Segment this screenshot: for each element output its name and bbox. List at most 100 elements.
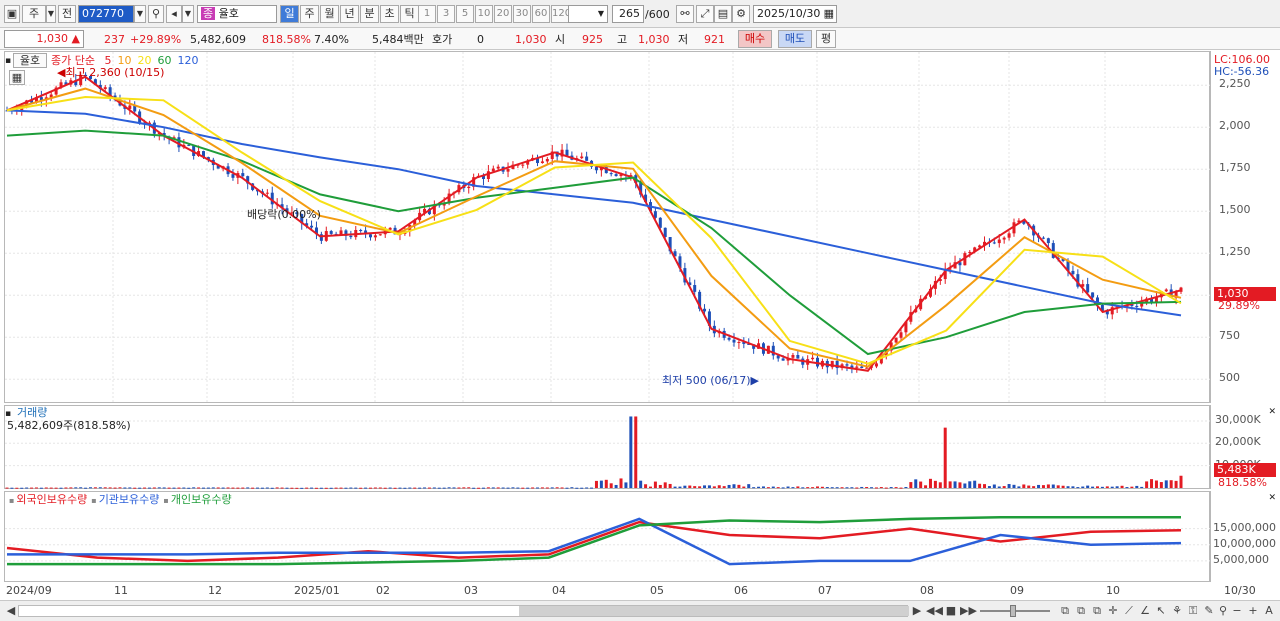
arrow-tool-icon[interactable]: ↖ [1154,604,1168,618]
prev-button[interactable]: 전 [58,5,76,23]
volume-bar [423,487,427,489]
scroll-right-icon[interactable]: ▶ [910,604,924,618]
interval-button[interactable]: 주 [300,5,319,23]
compare-icon[interactable]: ⧉ [1090,604,1104,618]
volume-bar [948,481,952,488]
volume-bar [1164,480,1168,488]
volume-bar [457,487,461,489]
scroll-left-icon[interactable]: ◀ [4,604,18,618]
speaker-icon[interactable]: ◂ [166,5,182,23]
volume-bar [683,485,687,488]
window-icon[interactable]: ▣ [4,5,20,23]
price-tab[interactable]: 율호 [13,53,47,68]
sell-button[interactable]: 매도 [778,30,812,48]
volume-bar [143,487,147,489]
code-dropdown-icon[interactable]: ▼ [134,5,146,23]
volume-close-icon[interactable]: ✕ [1268,405,1276,419]
code-input[interactable]: 072770 [78,5,134,23]
volume-bar [668,483,672,488]
speaker-dropdown-icon[interactable]: ▼ [182,5,194,23]
volume-value-text: 5,482,609주(818.58%) [7,419,131,432]
save-icon[interactable]: ▤ [714,5,732,23]
low-value: 921 [704,33,725,46]
high-annotation-text: 최고 2,360 (10/15) [65,66,165,79]
volume-chart-canvas[interactable] [5,406,1211,490]
count-input[interactable]: 265 [612,5,644,23]
volume-bar [1145,481,1149,488]
price-field: 1,030 ▲ [4,30,84,48]
fibonacci-icon[interactable]: ⚘ [1170,604,1184,618]
search-icon[interactable]: ⚲ [148,5,164,23]
scroll-thumb[interactable] [519,606,909,616]
candle-body [781,358,785,361]
minute-button[interactable]: 20 [494,5,512,23]
minute-button[interactable]: 30 [513,5,531,23]
table-icon[interactable]: ▦ [9,70,25,85]
holding-close-icon[interactable]: ✕ [1268,491,1276,505]
minute-custom-dropdown-icon[interactable]: ▼ [598,6,604,22]
minute-button[interactable]: 120 [551,5,571,23]
volume-bar [580,487,584,489]
delete-icon[interactable]: ✎ [1202,604,1216,618]
candle-body [796,355,800,359]
volume-bar [742,486,746,488]
copy-icon[interactable]: ⧉ [1074,604,1088,618]
minute-button[interactable]: 1 [418,5,436,23]
volume-bar [865,487,869,489]
stop-icon[interactable]: ■ [944,604,958,618]
volume-bar [1115,486,1119,488]
lock-icon[interactable]: ⚿ [1186,604,1200,618]
volume-bar [1120,485,1124,488]
fast-forward-icon[interactable]: ▶▶ [960,604,977,618]
rewind-icon[interactable]: ◀◀ [926,604,943,618]
price-chart-canvas[interactable] [5,52,1211,404]
volume-bar [133,487,137,489]
zoom-slider[interactable] [980,605,1050,617]
candle-body [540,161,544,164]
minute-button[interactable]: 10 [475,5,493,23]
zoom-in-chart-icon[interactable]: ⧉ [1058,604,1072,618]
date-input[interactable]: 2025/10/30 ▦ [753,5,837,23]
minute-custom-input[interactable]: ▼ [568,5,608,23]
crosshair-icon[interactable]: ✛ [1106,604,1120,618]
avg-button[interactable]: 평 [816,30,836,48]
volume-bar [1041,485,1045,488]
zoom-out-icon[interactable]: − [1230,604,1244,618]
volume-bar [408,487,412,489]
angle-icon[interactable]: ∠ [1138,604,1152,618]
stock-name-field[interactable]: 종 율호 [197,5,277,23]
price-tab-label: 율호 [19,54,41,67]
candle-body [614,174,618,177]
zoom-in-icon[interactable]: + [1246,604,1260,618]
horizontal-scrollbar[interactable] [18,605,909,617]
interval-button[interactable]: 일 [280,5,299,23]
interval-button[interactable]: 월 [320,5,339,23]
calendar-icon[interactable]: ▦ [824,6,834,22]
minute-button[interactable]: 60 [532,5,550,23]
volume-bar [914,479,918,488]
zoom-slider-thumb[interactable] [1010,605,1016,617]
indicator-icon[interactable]: ⚯ [676,5,694,23]
magnifier-icon[interactable]: ⚲ [1216,604,1230,618]
interval-button[interactable]: 초 [380,5,399,23]
minute-button[interactable]: 3 [437,5,455,23]
interval-button[interactable]: 틱 [400,5,419,23]
volume-bar [103,487,107,489]
interval-button[interactable]: 년 [340,5,359,23]
trend-line-icon[interactable]: ⟋ [1122,604,1136,618]
volume-bar [256,487,260,489]
volume-bar [270,487,274,489]
x-axis-label: 11 [114,584,128,597]
volume-bar [98,487,102,489]
gear-icon[interactable]: ⚙ [732,5,750,23]
period-selector[interactable]: 주 [22,5,46,23]
interval-button[interactable]: 분 [360,5,379,23]
buy-button[interactable]: 매수 [738,30,772,48]
period-dropdown-icon[interactable]: ▼ [46,5,56,23]
drawing-icon[interactable]: ⤢ [696,5,714,23]
auto-icon[interactable]: A [1262,604,1276,618]
low-annotation: 최저 500 (06/17)▶ [662,374,759,388]
volume-bar [825,487,829,489]
minute-button[interactable]: 5 [456,5,474,23]
volume-bar [1051,484,1055,488]
